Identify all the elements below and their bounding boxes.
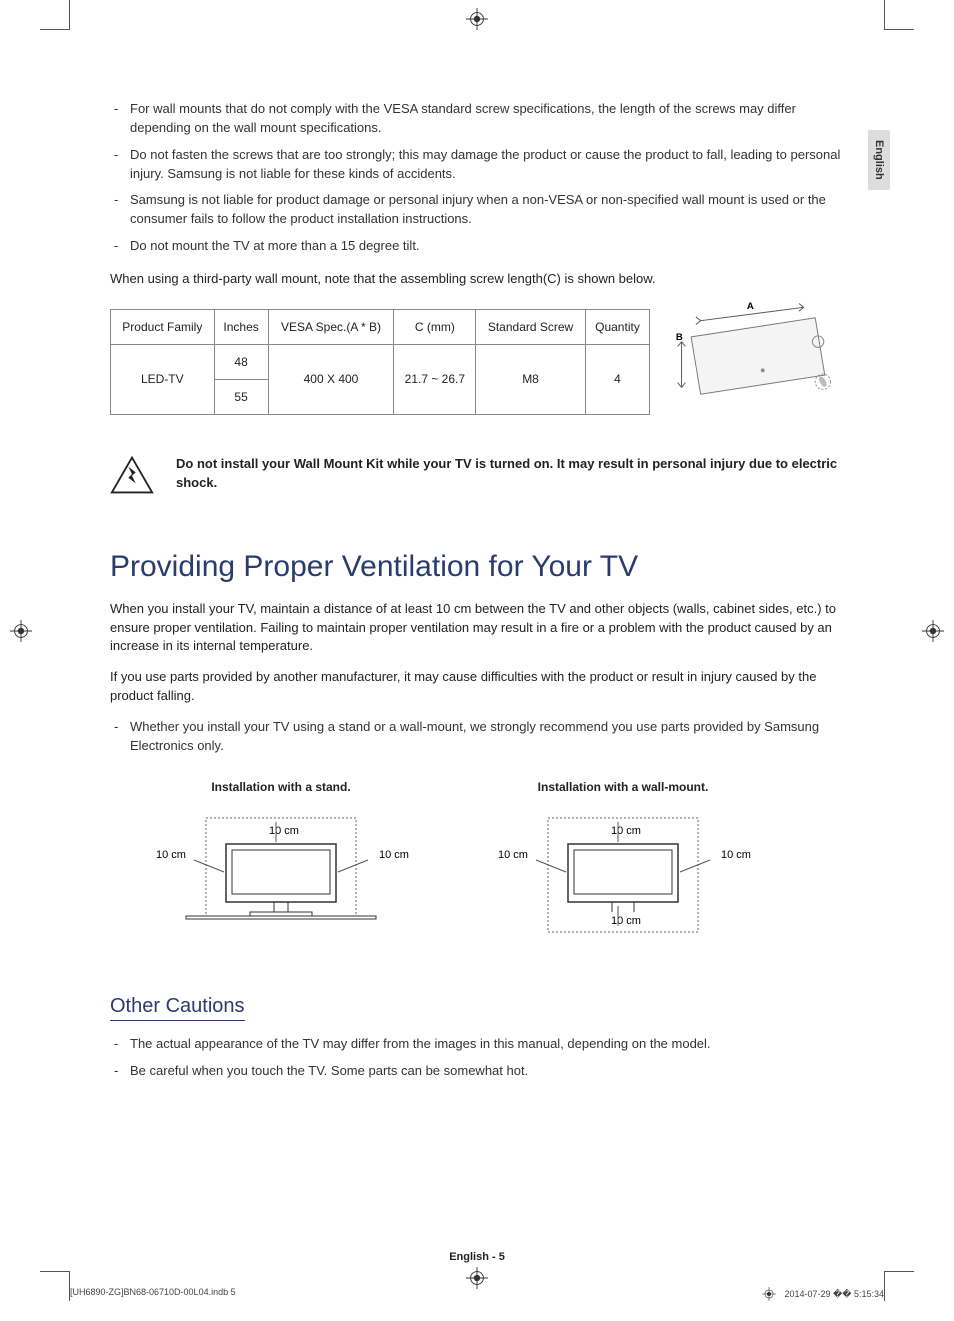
language-tab: English [868, 130, 890, 190]
svg-text:10 cm: 10 cm [156, 849, 186, 861]
language-tab-label: English [873, 140, 885, 180]
cell-inches-2: 55 [214, 379, 268, 414]
heading-other-cautions: Other Cautions [110, 995, 245, 1021]
svg-text:10 cm: 10 cm [269, 825, 299, 837]
cell-cmm: 21.7 ~ 26.7 [394, 344, 476, 414]
cell-inches-1: 48 [214, 344, 268, 379]
page-content: English For wall mounts that do not comp… [110, 100, 844, 1241]
list-item: Do not mount the TV at more than a 15 de… [110, 237, 844, 256]
table-row: LED-TV 48 400 X 400 21.7 ~ 26.7 M8 4 [111, 344, 650, 379]
th-vesa: VESA Spec.(A * B) [268, 309, 394, 344]
vesa-diagram-icon: A B [672, 301, 844, 411]
registration-mark-right-icon [922, 620, 944, 642]
crop-mark-tl [40, 0, 70, 30]
install-wall-diagram-icon: 10 cm 10 cm 10 cm 10 cm [488, 800, 758, 940]
label-b: B [676, 332, 683, 343]
svg-text:10 cm: 10 cm [379, 849, 409, 861]
indd-date: 2014-07-29 �� 5:15:34 [784, 1289, 884, 1300]
list-item: Samsung is not liable for product damage… [110, 191, 844, 229]
cell-qty: 4 [585, 344, 649, 414]
notice-list-1: For wall mounts that do not comply with … [110, 100, 844, 256]
crop-mark-tr [884, 0, 914, 30]
list-item: The actual appearance of the TV may diff… [110, 1035, 844, 1054]
cell-vesa: 400 X 400 [268, 344, 394, 414]
warning-icon [110, 455, 154, 500]
svg-text:10 cm: 10 cm [498, 849, 528, 861]
spec-table: Product Family Inches VESA Spec.(A * B) … [110, 309, 650, 415]
install-stand-block: Installation with a stand. 10 cm 10 cm 1… [146, 780, 416, 945]
th-qty: Quantity [585, 309, 649, 344]
cell-screw: M8 [476, 344, 586, 414]
table-header-row: Product Family Inches VESA Spec.(A * B) … [111, 309, 650, 344]
warning-block: Do not install your Wall Mount Kit while… [110, 455, 844, 500]
registration-mark-top-icon [466, 8, 488, 30]
heading-ventilation: Providing Proper Ventilation for Your TV [110, 550, 844, 584]
label-a: A [747, 301, 754, 312]
crop-mark-br [884, 1271, 914, 1301]
crop-mark-bl [40, 1271, 70, 1301]
ventilation-text-1: When you install your TV, maintain a dis… [110, 600, 844, 657]
ventilation-list: Whether you install your TV using a stan… [110, 718, 844, 756]
cautions-list: The actual appearance of the TV may diff… [110, 1035, 844, 1081]
install-wall-block: Installation with a wall-mount. 10 cm 10… [488, 780, 758, 945]
list-item: Whether you install your TV using a stan… [110, 718, 844, 756]
warning-text: Do not install your Wall Mount Kit while… [176, 455, 844, 493]
page-footer: English - 5 [110, 1251, 844, 1263]
list-item: Be careful when you touch the TV. Some p… [110, 1062, 844, 1081]
install-stand-diagram-icon: 10 cm 10 cm 10 cm [146, 800, 416, 940]
indd-filename: [UH6890-ZG]BN68-06710D-00L04.indb 5 [70, 1287, 236, 1301]
indd-footer: [UH6890-ZG]BN68-06710D-00L04.indb 5 2014… [70, 1287, 884, 1301]
svg-text:10 cm: 10 cm [611, 915, 641, 927]
svg-text:10 cm: 10 cm [611, 825, 641, 837]
registration-mark-bottom-icon [466, 1267, 488, 1289]
th-inches: Inches [214, 309, 268, 344]
svg-text:10 cm: 10 cm [721, 849, 751, 861]
install-stand-caption: Installation with a stand. [146, 780, 416, 794]
th-family: Product Family [111, 309, 215, 344]
registration-mark-small-icon [762, 1287, 776, 1301]
registration-mark-left-icon [10, 620, 32, 642]
screw-length-note: When using a third-party wall mount, not… [110, 270, 844, 289]
install-wall-caption: Installation with a wall-mount. [488, 780, 758, 794]
cell-family: LED-TV [111, 344, 215, 414]
th-cmm: C (mm) [394, 309, 476, 344]
list-item: For wall mounts that do not comply with … [110, 100, 844, 138]
list-item: Do not fasten the screws that are too st… [110, 146, 844, 184]
th-screw: Standard Screw [476, 309, 586, 344]
ventilation-text-2: If you use parts provided by another man… [110, 668, 844, 706]
